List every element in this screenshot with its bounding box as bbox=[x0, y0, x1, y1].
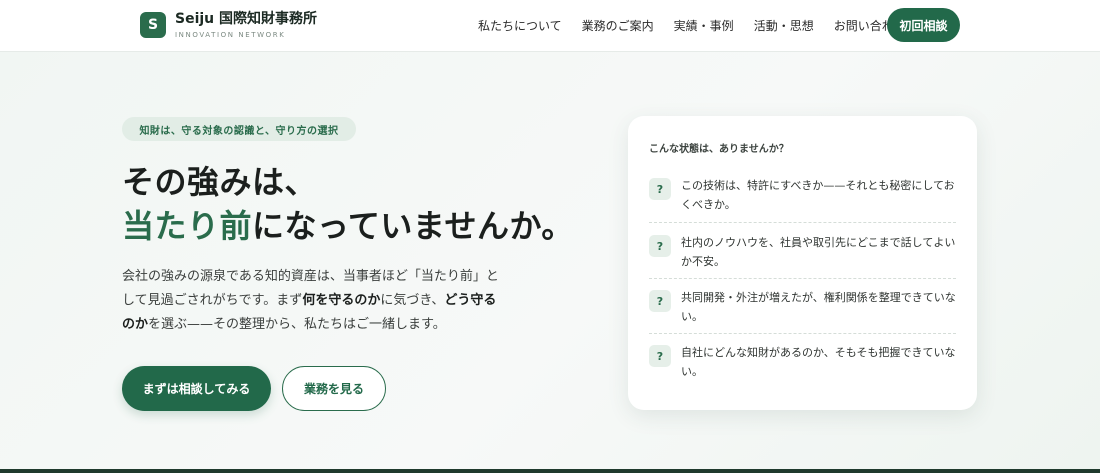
logo[interactable]: S Seiju 国際知財事務所 INNOVATION NETWORK bbox=[140, 10, 317, 40]
divider bbox=[649, 333, 956, 334]
nav-activities[interactable]: 活動・思想 bbox=[754, 17, 814, 34]
question-icon: ? bbox=[649, 235, 671, 257]
site-header: S Seiju 国際知財事務所 INNOVATION NETWORK 私たちにつ… bbox=[0, 0, 1100, 52]
divider bbox=[649, 222, 956, 223]
main-nav: 私たちについて 業務のご案内 実績・事例 活動・思想 お問い合わせ bbox=[478, 0, 926, 50]
headline-accent: 当たり前 bbox=[122, 207, 253, 245]
question-icon: ? bbox=[649, 345, 671, 367]
concern-text: 社内のノウハウを、社員や取引先にどこまで話してよいか不安。 bbox=[681, 236, 956, 268]
next-section-edge bbox=[0, 469, 1100, 473]
nav-services[interactable]: 業務のご案内 bbox=[582, 17, 654, 34]
logo-mark-icon: S bbox=[140, 12, 166, 38]
concern-text: 共同開発・外注が増えたが、権利関係を整理できていない。 bbox=[681, 291, 956, 323]
concerns-card: こんな状態は、ありませんか？ ? この技術は、特許にすべきか——それとも秘密にし… bbox=[628, 116, 977, 410]
hero-lead-text: 会社の強みの源泉である知的資産は、当事者ほど「当たり前」として見過ごされがちです… bbox=[122, 265, 507, 337]
lead-part2: に気づき、 bbox=[380, 293, 445, 308]
headline-line1: その強みは、 bbox=[122, 163, 318, 201]
question-icon: ? bbox=[649, 290, 671, 312]
lead-bold1: 何を守るのか bbox=[302, 293, 381, 308]
first-consultation-button[interactable]: 初回相談 bbox=[887, 8, 960, 42]
hero-tagline-badge: 知財は、守る対象の認識と、守り方の選択 bbox=[122, 117, 356, 141]
concern-text: 自社にどんな知財があるのか、そもそも把握できていない。 bbox=[681, 346, 956, 378]
headline-rest: になっていませんか。 bbox=[252, 207, 574, 245]
view-services-button[interactable]: 業務を見る bbox=[282, 366, 386, 411]
concern-text: この技術は、特許にすべきか——それとも秘密にしておくべきか。 bbox=[681, 179, 955, 211]
nav-cases[interactable]: 実績・事例 bbox=[674, 17, 734, 34]
brand-subtitle: INNOVATION NETWORK bbox=[175, 31, 286, 39]
card-title: こんな状態は、ありませんか？ bbox=[649, 144, 789, 155]
divider bbox=[649, 278, 956, 279]
question-icon: ? bbox=[649, 178, 671, 200]
consult-button[interactable]: まずは相談してみる bbox=[122, 366, 271, 411]
hero-headline: その強みは、 当たり前になっていませんか。 bbox=[122, 160, 574, 248]
nav-about[interactable]: 私たちについて bbox=[478, 17, 562, 34]
brand-name: Seiju 国際知財事務所 bbox=[175, 11, 318, 27]
logo-text: Seiju 国際知財事務所 INNOVATION NETWORK bbox=[175, 10, 317, 40]
lead-part3: を選ぶ——その整理から、私たちはご一緒します。 bbox=[148, 317, 446, 332]
